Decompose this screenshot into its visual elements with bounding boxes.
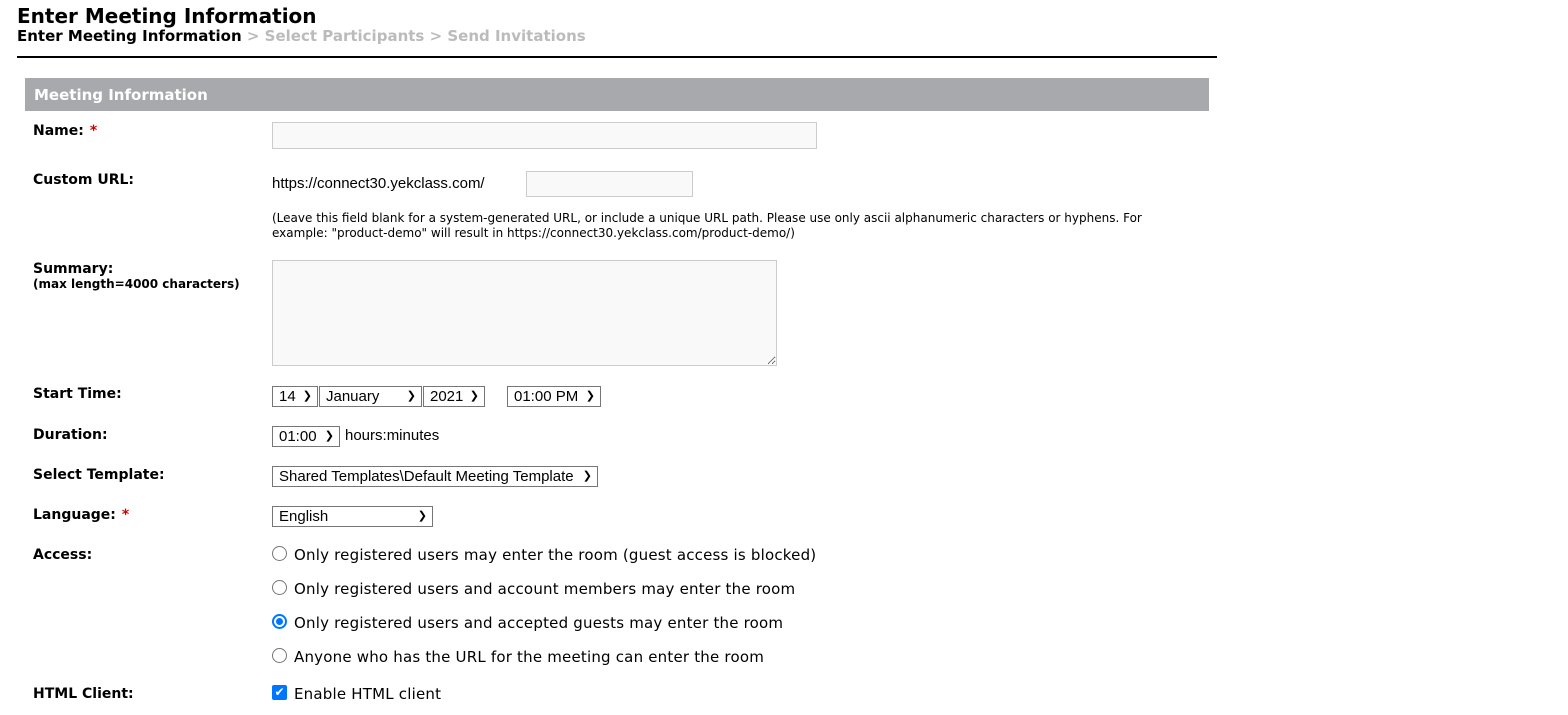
html-client-checkbox[interactable]: ✔ — [272, 685, 287, 700]
chevron-down-icon: ❯ — [585, 390, 595, 402]
language-label: Language: * — [33, 507, 129, 523]
section-header: Meeting Information — [25, 78, 1209, 111]
start-day-value: 14 — [279, 388, 296, 405]
start-day-select[interactable]: 14 ❯ — [272, 386, 318, 407]
template-value: Shared Templates\Default Meeting Templat… — [279, 468, 574, 485]
chevron-down-icon: ❯ — [302, 390, 312, 402]
start-time-value: 01:00 PM — [514, 388, 579, 405]
duration-label: Duration: — [33, 427, 108, 443]
access-radio-registered-only[interactable] — [272, 546, 287, 561]
html-client-label: HTML Client: — [33, 686, 134, 702]
access-option-label: Only registered users and account member… — [294, 580, 796, 598]
checkmark-icon: ✔ — [274, 685, 285, 699]
required-marker: * — [121, 507, 130, 523]
name-label-text: Name: — [33, 123, 84, 139]
breadcrumb: Enter Meeting Information > Select Parti… — [17, 27, 586, 45]
access-option-label: Anyone who has the URL for the meeting c… — [294, 648, 765, 666]
summary-label: Summary: (max length=4000 characters) — [33, 261, 240, 291]
custom-url-prefix: https://connect30.yekclass.com/ — [272, 175, 485, 192]
chevron-down-icon: ❯ — [469, 390, 479, 402]
template-label: Select Template: — [33, 467, 165, 483]
chevron-down-icon: ❯ — [324, 430, 334, 442]
custom-url-note: (Leave this field blank for a system-gen… — [272, 211, 1142, 240]
start-time-select[interactable]: 01:00 PM ❯ — [507, 386, 601, 407]
start-time-label: Start Time: — [33, 386, 122, 402]
custom-url-input[interactable] — [526, 171, 693, 197]
access-radio-anyone[interactable] — [272, 648, 287, 663]
name-label: Name: * — [33, 123, 97, 139]
language-label-text: Language: — [33, 507, 116, 523]
summary-label-text: Summary: — [33, 261, 114, 277]
summary-textarea[interactable] — [272, 260, 777, 366]
required-marker: * — [89, 123, 98, 139]
access-option-label: Only registered users and accepted guest… — [294, 614, 784, 632]
breadcrumb-step-invitations: Send Invitations — [447, 27, 586, 45]
access-option-label: Only registered users may enter the room… — [294, 546, 817, 564]
page-title: Enter Meeting Information — [17, 4, 317, 28]
start-year-value: 2021 — [430, 388, 464, 405]
start-month-select[interactable]: January ❯ — [319, 386, 422, 407]
duration-value: 01:00 — [279, 428, 317, 445]
chevron-down-icon: ❯ — [582, 470, 592, 482]
language-select[interactable]: English ❯ — [272, 506, 433, 527]
language-value: English — [279, 508, 329, 525]
access-radio-members[interactable] — [272, 580, 287, 595]
duration-select[interactable]: 01:00 ❯ — [272, 426, 340, 447]
html-client-option-label: Enable HTML client — [294, 685, 442, 703]
chevron-down-icon: ❯ — [417, 510, 427, 522]
breadcrumb-step-participants: Select Participants — [264, 27, 425, 45]
duration-unit: hours:minutes — [345, 427, 440, 444]
access-label: Access: — [33, 547, 93, 563]
custom-url-label: Custom URL: — [33, 172, 135, 188]
breadcrumb-separator: > — [241, 27, 265, 45]
start-year-select[interactable]: 2021 ❯ — [423, 386, 485, 407]
start-month-value: January — [326, 388, 380, 405]
name-input[interactable] — [272, 122, 817, 149]
template-select[interactable]: Shared Templates\Default Meeting Templat… — [272, 466, 598, 487]
summary-sublabel: (max length=4000 characters) — [33, 277, 240, 291]
chevron-down-icon: ❯ — [406, 390, 416, 402]
breadcrumb-separator: > — [424, 27, 448, 45]
breadcrumb-step-current: Enter Meeting Information — [17, 27, 242, 45]
access-radio-accepted-guests[interactable] — [272, 614, 287, 629]
header-divider — [17, 56, 1217, 58]
